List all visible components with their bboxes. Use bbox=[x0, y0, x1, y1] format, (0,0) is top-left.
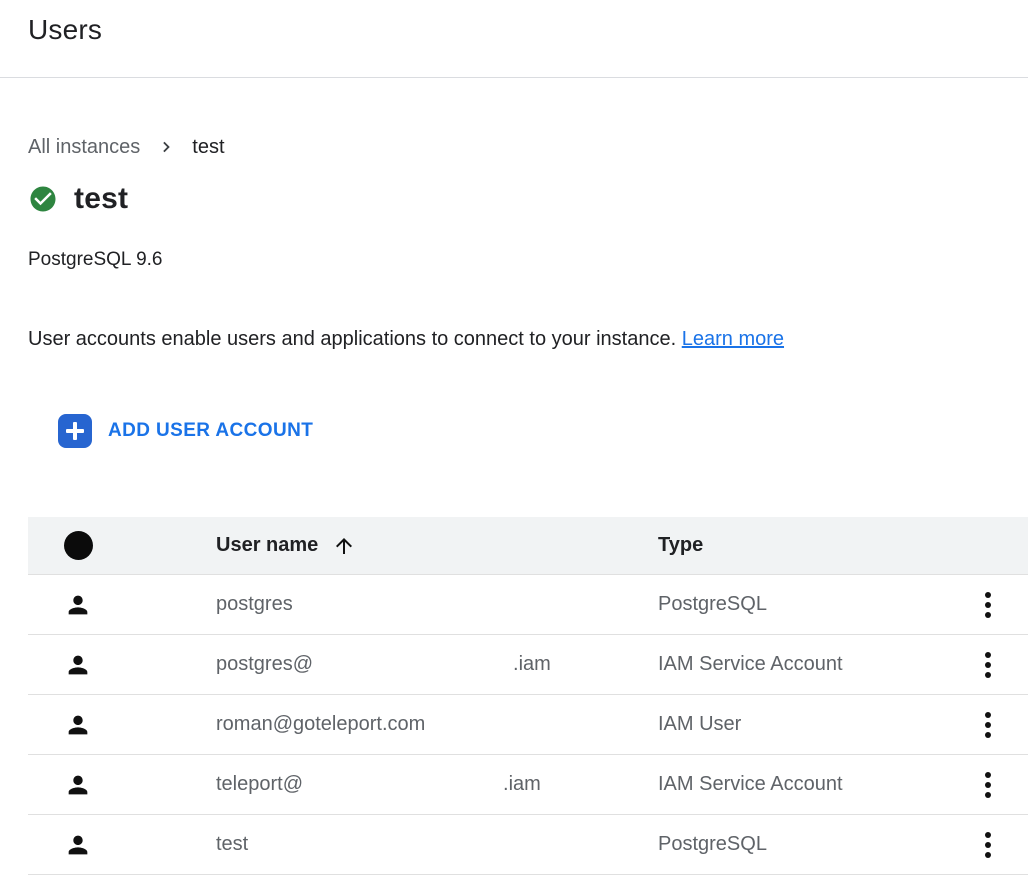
add-user-account-button[interactable]: ADD USER ACCOUNT bbox=[58, 414, 313, 448]
user-type-cell: PostgreSQL bbox=[658, 593, 948, 616]
breadcrumb: All instances test bbox=[28, 134, 1028, 160]
row-avatar-cell bbox=[28, 591, 216, 619]
row-actions-menu-button[interactable] bbox=[979, 826, 997, 864]
status-check-icon bbox=[28, 184, 58, 214]
main-content: All instances test test PostgreSQL 9.6 U… bbox=[0, 134, 1028, 875]
sort-ascending-icon bbox=[332, 534, 356, 558]
description-text: User accounts enable users and applicati… bbox=[28, 328, 676, 350]
description: User accounts enable users and applicati… bbox=[28, 326, 1028, 352]
instance-name: test bbox=[74, 180, 128, 218]
row-avatar-cell bbox=[28, 771, 216, 799]
table-row: postgres@ .iam IAM Service Account bbox=[28, 635, 1028, 695]
person-icon bbox=[64, 711, 92, 739]
user-name-cell: postgres@ .iam bbox=[216, 653, 658, 676]
row-menu-cell bbox=[948, 586, 1028, 624]
instance-version: PostgreSQL 9.6 bbox=[28, 248, 1028, 272]
row-avatar-cell bbox=[28, 651, 216, 679]
person-icon bbox=[64, 831, 92, 859]
user-type-cell: IAM Service Account bbox=[658, 773, 948, 796]
row-menu-cell bbox=[948, 706, 1028, 744]
redacted-project-id bbox=[313, 664, 513, 665]
row-avatar-cell bbox=[28, 711, 216, 739]
table-row: teleport@ .iam IAM Service Account bbox=[28, 755, 1028, 815]
person-icon bbox=[64, 591, 92, 619]
add-user-account-label: ADD USER ACCOUNT bbox=[108, 419, 313, 443]
user-name-text: test bbox=[216, 833, 248, 856]
row-menu-cell bbox=[948, 826, 1028, 864]
instance-heading: test bbox=[28, 180, 1028, 218]
user-name-text: postgres@ bbox=[216, 653, 313, 676]
user-name-cell: test bbox=[216, 833, 658, 856]
user-name-text: roman@goteleport.com bbox=[216, 713, 425, 736]
user-name-header-label: User name bbox=[216, 534, 318, 557]
avatar-circle-icon bbox=[64, 531, 93, 560]
header-type: Type bbox=[658, 534, 948, 557]
user-name-cell: teleport@ .iam bbox=[216, 773, 658, 796]
row-menu-cell bbox=[948, 646, 1028, 684]
table-row: test PostgreSQL bbox=[28, 815, 1028, 875]
breadcrumb-current: test bbox=[192, 134, 224, 160]
chevron-right-icon bbox=[156, 136, 178, 158]
user-type-cell: IAM User bbox=[658, 713, 948, 736]
row-menu-cell bbox=[948, 766, 1028, 804]
breadcrumb-all-instances-link[interactable]: All instances bbox=[28, 134, 140, 160]
row-actions-menu-button[interactable] bbox=[979, 766, 997, 804]
users-table: User name Type postgres PostgreSQL bbox=[28, 517, 1028, 875]
row-avatar-cell bbox=[28, 831, 216, 859]
user-name-cell: postgres bbox=[216, 593, 658, 616]
table-row: roman@goteleport.com IAM User bbox=[28, 695, 1028, 755]
table-header-row: User name Type bbox=[28, 517, 1028, 575]
person-icon bbox=[64, 771, 92, 799]
table-row: postgres PostgreSQL bbox=[28, 575, 1028, 635]
add-plus-icon bbox=[58, 414, 92, 448]
user-name-suffix: .iam bbox=[503, 773, 541, 796]
page-title: Users bbox=[28, 12, 1028, 48]
header-user-name[interactable]: User name bbox=[216, 534, 658, 558]
table-body: postgres PostgreSQL postgres@ .iam IAM S… bbox=[28, 575, 1028, 875]
learn-more-link[interactable]: Learn more bbox=[682, 328, 784, 350]
user-type-cell: PostgreSQL bbox=[658, 833, 948, 856]
redacted-project-id bbox=[303, 784, 503, 785]
page-header: Users bbox=[0, 0, 1028, 78]
user-name-text: postgres bbox=[216, 593, 293, 616]
user-name-suffix: .iam bbox=[513, 653, 551, 676]
user-type-cell: IAM Service Account bbox=[658, 653, 948, 676]
user-name-cell: roman@goteleport.com bbox=[216, 713, 658, 736]
row-actions-menu-button[interactable] bbox=[979, 586, 997, 624]
row-actions-menu-button[interactable] bbox=[979, 646, 997, 684]
user-name-text: teleport@ bbox=[216, 773, 303, 796]
row-actions-menu-button[interactable] bbox=[979, 706, 997, 744]
header-avatar-column bbox=[28, 531, 216, 560]
person-icon bbox=[64, 651, 92, 679]
